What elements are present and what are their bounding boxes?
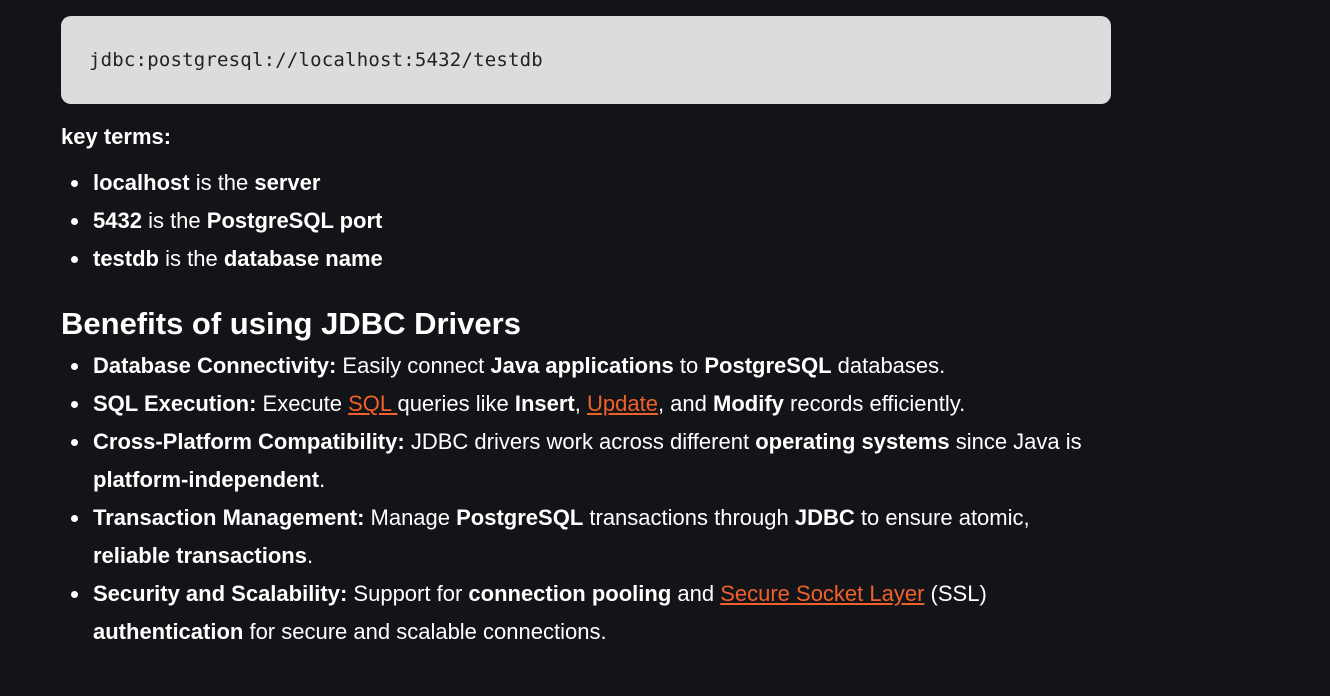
term-text: is the (189, 170, 255, 195)
benefit-label: Security and Scalability: (93, 581, 348, 606)
benefit-bold: authentication (93, 619, 244, 644)
benefit-text: . (306, 543, 314, 568)
term-bold: 5432 (93, 208, 142, 233)
benefit-text: to ensure atomic, (854, 505, 1030, 530)
benefit-text: Execute (256, 391, 349, 416)
benefit-text: to (673, 353, 705, 378)
benefit-bold: operating systems (755, 429, 950, 454)
benefit-text: transactions through (583, 505, 795, 530)
benefit-text: since Java is (949, 429, 1082, 454)
benefit-bold: Insert (514, 391, 575, 416)
list-item: SQL Execution: Execute SQL queries like … (71, 385, 1111, 423)
benefit-text: , and (657, 391, 713, 416)
update-link[interactable]: Update (587, 391, 658, 416)
benefit-text: JDBC drivers work across different (404, 429, 756, 454)
key-terms-list: localhost is the server 5432 is the Post… (61, 164, 1111, 278)
benefit-text: (SSL) (924, 581, 987, 606)
benefit-text: databases. (831, 353, 946, 378)
benefit-label: Cross-Platform Compatibility: (93, 429, 405, 454)
benefit-bold: connection pooling (468, 581, 672, 606)
benefit-text: for secure and scalable connections. (243, 619, 607, 644)
benefit-bold: Java applications (490, 353, 674, 378)
benefit-text: , (574, 391, 587, 416)
list-item: Transaction Management: Manage PostgreSQ… (71, 499, 1111, 575)
code-text: jdbc:postgresql://localhost:5432/testdb (89, 49, 543, 71)
term-value: PostgreSQL port (206, 208, 383, 233)
term-bold: localhost (93, 170, 190, 195)
term-bold: testdb (93, 246, 159, 271)
term-text: is the (159, 246, 224, 271)
list-item: localhost is the server (71, 164, 1111, 202)
benefit-text: Easily connect (336, 353, 491, 378)
benefit-bold: reliable transactions (93, 543, 307, 568)
benefit-label: SQL Execution: (93, 391, 257, 416)
benefit-bold: PostgreSQL (704, 353, 832, 378)
section-heading: Benefits of using JDBC Drivers (61, 306, 521, 341)
term-value: database name (223, 246, 383, 271)
sql-link[interactable]: SQL (348, 391, 397, 416)
benefit-label: Database Connectivity: (93, 353, 337, 378)
ssl-link[interactable]: Secure Socket Layer (720, 581, 924, 606)
benefit-text: . (319, 467, 326, 492)
list-item: Security and Scalability: Support for co… (71, 575, 1111, 651)
benefit-text: queries like (397, 391, 515, 416)
term-value: server (254, 170, 321, 195)
list-item: testdb is the database name (71, 240, 1111, 278)
code-block: jdbc:postgresql://localhost:5432/testdb (61, 16, 1111, 104)
list-item: 5432 is the PostgreSQL port (71, 202, 1111, 240)
benefit-text: records efficiently. (783, 391, 966, 416)
benefit-text: Manage (364, 505, 457, 530)
benefit-bold: platform-independent (93, 467, 320, 492)
key-terms-heading: key terms: (61, 124, 172, 149)
benefit-text: and (671, 581, 721, 606)
list-item: Cross-Platform Compatibility: JDBC drive… (71, 423, 1111, 499)
term-text: is the (141, 208, 207, 233)
benefit-bold: Modify (713, 391, 784, 416)
benefit-bold: PostgreSQL (456, 505, 584, 530)
benefits-list: Database Connectivity: Easily connect Ja… (61, 347, 1111, 651)
benefit-text: Support for (347, 581, 469, 606)
benefit-label: Transaction Management: (93, 505, 365, 530)
list-item: Database Connectivity: Easily connect Ja… (71, 347, 1111, 385)
benefit-bold: JDBC (794, 505, 855, 530)
article-content: jdbc:postgresql://localhost:5432/testdb … (61, 16, 1111, 651)
